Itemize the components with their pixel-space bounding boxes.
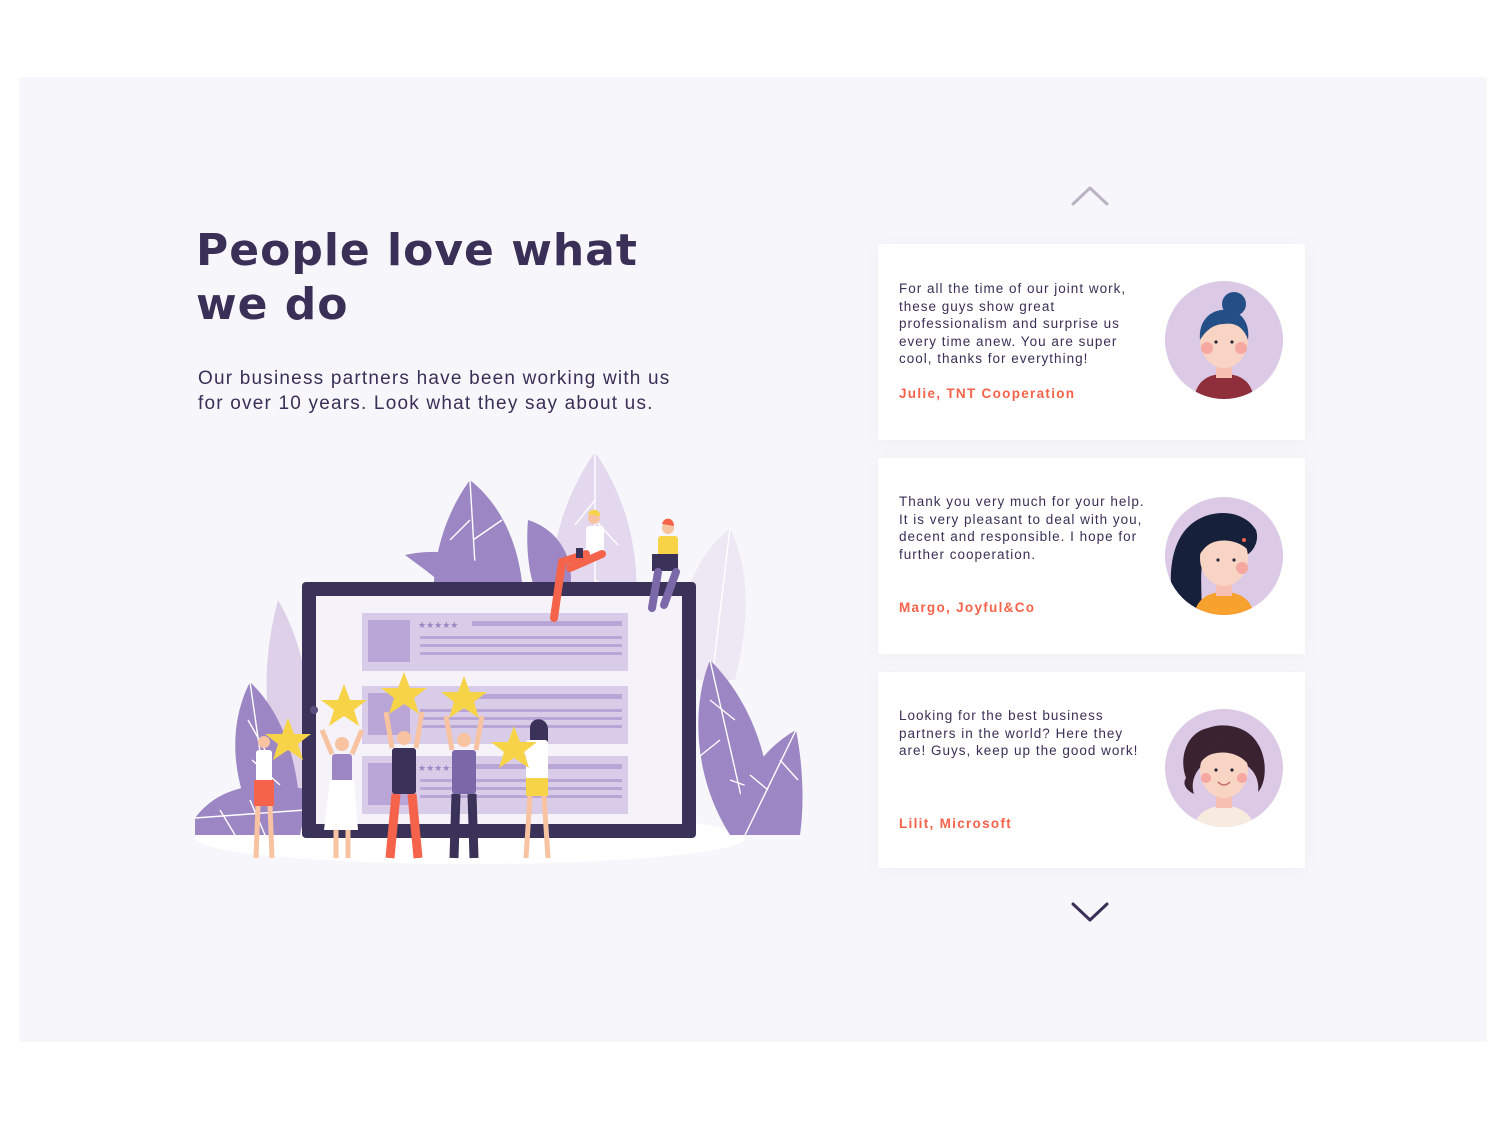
chevron-down-icon[interactable] [1066, 898, 1114, 926]
testimonial-author: Lilit, Microsoft [899, 816, 1013, 831]
testimonial-card[interactable]: For all the time of our joint work, thes… [878, 244, 1305, 440]
svg-text:★★★★★: ★★★★★ [418, 620, 458, 630]
testimonial-quote: Thank you very much for your help. It is… [899, 494, 1145, 562]
testimonial-card[interactable]: Looking for the best business partners i… [878, 672, 1305, 868]
woman-dark-hair-avatar-icon [1165, 497, 1283, 615]
testimonial-quote: Looking for the best business partners i… [899, 708, 1139, 759]
testimonial-quote: For all the time of our joint work, thes… [899, 281, 1127, 367]
testimonial-author: Margo, Joyful&Co [899, 600, 1036, 615]
testimonial-author: Julie, TNT Cooperation [899, 386, 1076, 401]
customer-rating-illustration-icon: ★★★★★ ★★★★★ [194, 452, 803, 864]
section-description: Our business partners have been working … [198, 368, 671, 414]
testimonial-card[interactable]: Thank you very much for your help. It is… [878, 458, 1305, 654]
woman-bun-avatar-icon [1165, 281, 1283, 399]
woman-curly-hair-avatar-icon [1165, 709, 1283, 827]
chevron-up-icon[interactable] [1066, 182, 1114, 210]
section-title: People love what we do [196, 225, 638, 330]
